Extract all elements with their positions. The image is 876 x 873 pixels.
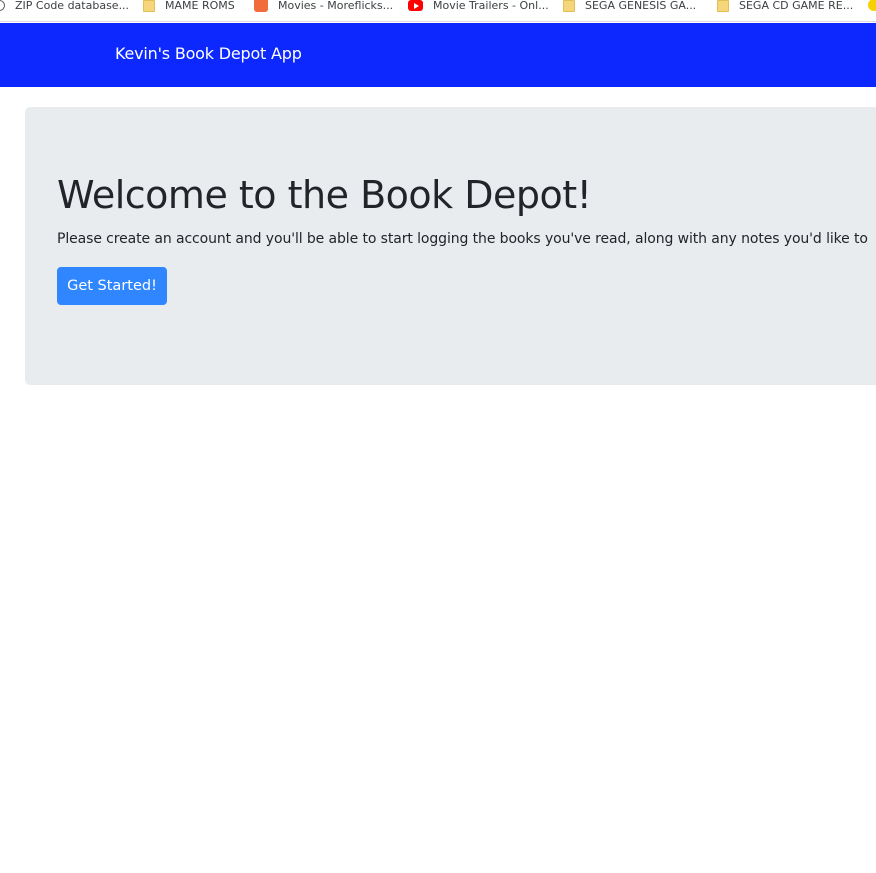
folder-icon: [563, 0, 575, 12]
smiley-icon: [868, 0, 876, 11]
moreflicks-icon: [254, 0, 268, 12]
folder-icon: [143, 0, 155, 12]
bookmark-movie-trailers[interactable]: Movie Trailers - Onl...: [408, 0, 549, 14]
bookmark-sega-cd[interactable]: SEGA CD GAME RE...: [717, 0, 853, 14]
bookmark-label: ZIP Code database...: [15, 0, 130, 12]
navbar-brand[interactable]: Kevin's Book Depot App: [115, 44, 302, 63]
jumbotron: Welcome to the Book Depot! Please create…: [25, 107, 876, 385]
bookmark-smiley[interactable]: [868, 0, 876, 14]
bookmark-zip-code[interactable]: ZIP Code database...: [0, 0, 129, 14]
page-title: Welcome to the Book Depot!: [57, 173, 592, 217]
get-started-button[interactable]: Get Started!: [57, 267, 167, 305]
navbar: Kevin's Book Depot App: [0, 23, 876, 87]
youtube-icon: [408, 0, 423, 11]
bookmarks-bar: ZIP Code database... MAME ROMS Movies - …: [0, 0, 876, 22]
bookmark-label: Movie Trailers - Onl...: [433, 0, 549, 12]
lead-text: Please create an account and you'll be a…: [57, 231, 868, 247]
folder-icon: [717, 0, 729, 12]
globe-icon: [0, 0, 5, 11]
bookmark-label: MAME ROMS: [165, 0, 235, 12]
bookmark-label: SEGA CD GAME RE...: [739, 0, 854, 12]
bookmark-label: SEGA GENESIS GA...: [585, 0, 697, 12]
bookmark-label: Movies - Moreflicks...: [278, 0, 394, 12]
bookmark-moreflicks[interactable]: Movies - Moreflicks...: [254, 0, 393, 14]
bookmark-sega-genesis[interactable]: SEGA GENESIS GA...: [563, 0, 696, 14]
bookmark-mame-roms[interactable]: MAME ROMS: [143, 0, 235, 14]
